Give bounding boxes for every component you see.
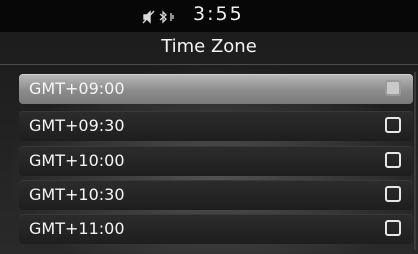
display-screen: 3:55 Time Zone GMT+09:00 GMT+09:30 GMT+1… bbox=[0, 0, 418, 254]
timezone-checkbox[interactable] bbox=[385, 186, 401, 202]
timezone-option-gmt-1000[interactable]: GMT+10:00 bbox=[19, 146, 413, 176]
timezone-option-gmt-1100[interactable]: GMT+11:00 bbox=[19, 214, 413, 244]
timezone-label: GMT+11:00 bbox=[29, 219, 125, 238]
timezone-checkbox[interactable] bbox=[385, 152, 401, 168]
clock: 3:55 bbox=[193, 3, 244, 25]
timezone-option-gmt-0900[interactable]: GMT+09:00 bbox=[19, 74, 413, 104]
timezone-checkbox[interactable] bbox=[385, 80, 401, 96]
timezone-option-gmt-0930[interactable]: GMT+09:30 bbox=[19, 111, 413, 141]
scrollbar-track[interactable] bbox=[414, 72, 416, 250]
timezone-label: GMT+10:30 bbox=[29, 185, 125, 204]
status-icons bbox=[142, 10, 174, 24]
header-divider bbox=[0, 64, 418, 65]
timezone-checkbox[interactable] bbox=[385, 220, 401, 236]
timezone-option-gmt-1030[interactable]: GMT+10:30 bbox=[19, 180, 413, 210]
timezone-checkbox[interactable] bbox=[385, 117, 401, 133]
timezone-label: GMT+09:00 bbox=[29, 79, 125, 98]
page-title: Time Zone bbox=[161, 36, 257, 57]
timezone-label: GMT+10:00 bbox=[29, 151, 125, 170]
bluetooth-icon bbox=[159, 10, 174, 24]
timezone-label: GMT+09:30 bbox=[29, 116, 125, 135]
status-bar: 3:55 bbox=[0, 0, 418, 32]
mute-icon bbox=[142, 10, 155, 24]
